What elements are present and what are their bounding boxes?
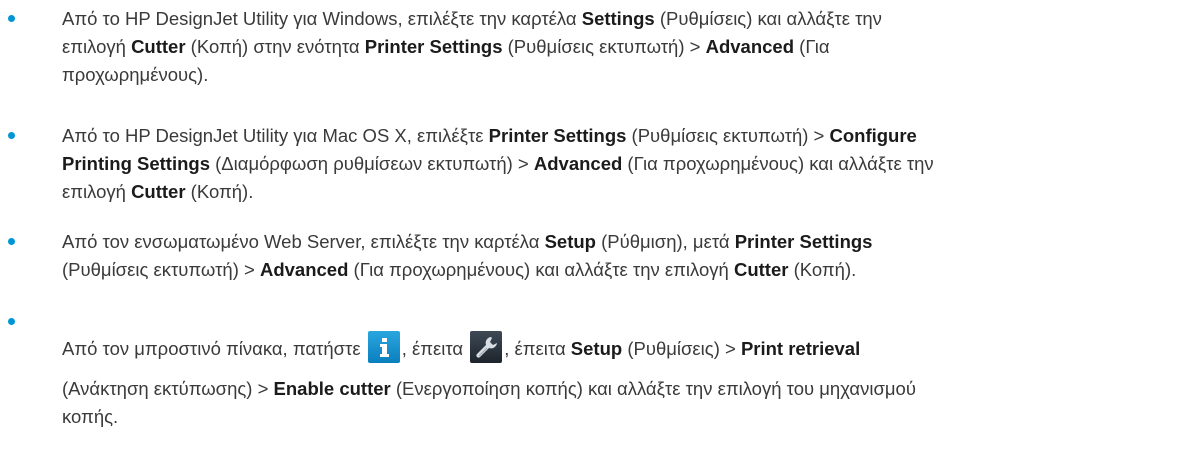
ui-term: Cutter xyxy=(131,181,186,202)
ui-term: Printing Settings xyxy=(62,153,210,174)
item-text: Από τον ενσωματωμένο Web Server, επιλέξτ… xyxy=(62,228,1172,284)
ui-term: Print retrieval xyxy=(740,337,861,359)
text-run: (Ρυθμίσεις) > xyxy=(622,337,741,359)
text-run: , έπειτα xyxy=(504,337,571,359)
item-text: Από το HP DesignJet Utility για Windows,… xyxy=(62,5,1172,89)
text-run: προχωρημένους). xyxy=(62,64,209,85)
text-run: Από τον ενσωματωμένο Web Server, επιλέξτ… xyxy=(62,231,545,252)
text-run: (Κοπή) στην ενότητα xyxy=(185,36,365,57)
text-run: (Ρυθμίσεις εκτυπωτή) > xyxy=(62,259,260,280)
text-line: Από τον ενσωματωμένο Web Server, επιλέξτ… xyxy=(62,228,1172,256)
text-line: Από το HP DesignJet Utility για Mac OS X… xyxy=(62,122,1172,150)
ui-term: Printer Settings xyxy=(364,36,503,57)
ui-term: Settings xyxy=(581,8,655,29)
bullet xyxy=(8,238,15,245)
ui-term: Cutter xyxy=(733,259,789,280)
item-text-continued: (Ανάκτηση εκτύπωσης) > Enable cutter (Εν… xyxy=(62,375,1172,431)
text-line: Από τον μπροστινό πίνακα, πατήστε , έπει… xyxy=(62,331,1172,366)
text-run: (Κοπή). xyxy=(185,181,254,202)
text-run: (Για προχωρημένους) και αλλάξτε την xyxy=(622,153,934,174)
wrench-icon xyxy=(470,331,503,363)
text-line: προχωρημένους). xyxy=(62,61,1172,89)
text-line: (Ρυθμίσεις εκτυπωτή) > Advanced (Για προ… xyxy=(62,256,1172,284)
info-icon xyxy=(367,331,400,363)
ui-term: Setup xyxy=(544,231,596,252)
text-run: (Για xyxy=(794,36,830,57)
text-line: Printing Settings (Διαμόρφωση ρυθμίσεων … xyxy=(62,150,1172,178)
item-text: Από το HP DesignJet Utility για Mac OS X… xyxy=(62,122,1172,206)
ui-term: Advanced xyxy=(705,36,795,57)
ui-term: Advanced xyxy=(259,259,349,280)
ui-term: Printer Settings xyxy=(734,231,873,252)
text-run: κοπής. xyxy=(62,406,119,427)
bullet xyxy=(8,318,15,325)
bullet xyxy=(8,15,15,22)
text-run: (Ρύθμιση), μετά xyxy=(595,231,735,252)
text-run: Από το HP DesignJet Utility για Mac OS X… xyxy=(62,125,489,146)
text-run: (Για προχωρημένους) και αλλάξτε την επιλ… xyxy=(348,259,734,280)
text-line: επιλογή Cutter (Κοπή). xyxy=(62,178,1172,206)
text-run: (Διαμόρφωση ρυθμίσεων εκτυπωτή) > xyxy=(210,153,534,174)
text-run: Από τον μπροστινό πίνακα, πατήστε xyxy=(62,337,366,359)
text-run: (Ρυθμίσεις εκτυπωτή) > xyxy=(626,125,830,146)
text-run: (Ανάκτηση εκτύπωσης) > xyxy=(62,378,274,399)
text-run: (Κοπή). xyxy=(788,259,857,280)
ui-term: Setup xyxy=(570,337,623,359)
ui-term: Cutter xyxy=(131,36,186,57)
text-run: Από το HP DesignJet Utility για Windows,… xyxy=(62,8,582,29)
text-run: (Ρυθμίσεις) και αλλάξτε την xyxy=(654,8,882,29)
text-run: επιλογή xyxy=(62,181,132,202)
text-line: Από το HP DesignJet Utility για Windows,… xyxy=(62,5,1172,33)
text-line: κοπής. xyxy=(62,403,1172,431)
bullet xyxy=(8,132,15,139)
text-run: , έπειτα xyxy=(401,337,469,359)
ui-term: Enable cutter xyxy=(273,378,391,399)
text-line: επιλογή Cutter (Κοπή) στην ενότητα Print… xyxy=(62,33,1172,61)
ui-term: Advanced xyxy=(533,153,623,174)
item-text: Από τον μπροστινό πίνακα, πατήστε , έπει… xyxy=(62,331,1172,366)
ui-term: Configure xyxy=(829,125,917,146)
text-run: επιλογή xyxy=(62,36,132,57)
ui-term: Printer Settings xyxy=(488,125,627,146)
text-line: (Ανάκτηση εκτύπωσης) > Enable cutter (Εν… xyxy=(62,375,1172,403)
text-run: (Ρυθμίσεις εκτυπωτή) > xyxy=(502,36,706,57)
text-run: (Ενεργοποίηση κοπής) και αλλάξτε την επι… xyxy=(390,378,916,399)
